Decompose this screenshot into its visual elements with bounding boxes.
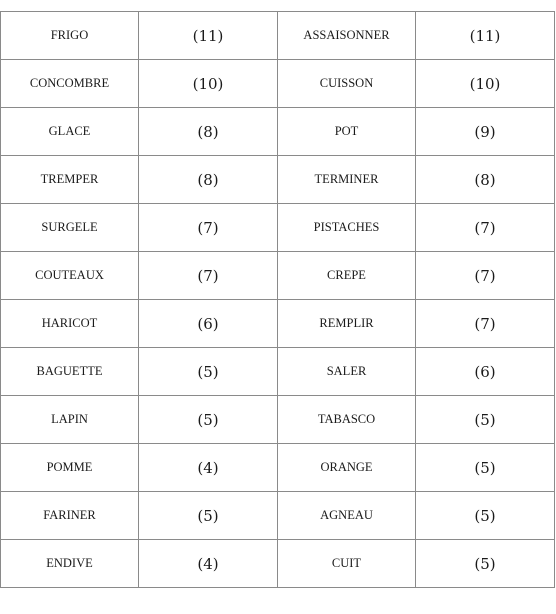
table-row: FARINER (5) AGNEAU (5) — [0, 491, 555, 540]
right-word-cell: ASSAISONNER — [277, 11, 416, 60]
right-count-cell: (11) — [415, 11, 555, 60]
left-count-cell: (10) — [138, 59, 278, 108]
right-count-cell: (5) — [415, 491, 555, 540]
right-word-cell: ORANGE — [277, 443, 416, 492]
right-word-cell: CUIT — [277, 539, 416, 588]
left-word-cell: GLACE — [0, 107, 139, 156]
left-word-cell: ENDIVE — [0, 539, 139, 588]
right-count-cell: (7) — [415, 203, 555, 252]
left-count-cell: (4) — [138, 443, 278, 492]
table-row: COUTEAUX (7) CREPE (7) — [0, 251, 555, 300]
right-word-cell: CUISSON — [277, 59, 416, 108]
left-word-cell: POMME — [0, 443, 139, 492]
left-count-cell: (8) — [138, 155, 278, 204]
table-row: BAGUETTE (5) SALER (6) — [0, 347, 555, 396]
left-count-cell: (8) — [138, 107, 278, 156]
left-count-cell: (7) — [138, 251, 278, 300]
word-frequency-table: FRIGO (11) ASSAISONNER (11) CONCOMBRE (1… — [0, 11, 555, 588]
table-row: SURGELE (7) PISTACHES (7) — [0, 203, 555, 252]
left-word-cell: TREMPER — [0, 155, 139, 204]
left-word-cell: CONCOMBRE — [0, 59, 139, 108]
left-word-cell: FARINER — [0, 491, 139, 540]
table-row: LAPIN (5) TABASCO (5) — [0, 395, 555, 444]
left-count-cell: (4) — [138, 539, 278, 588]
left-word-cell: FRIGO — [0, 11, 139, 60]
right-count-cell: (7) — [415, 251, 555, 300]
right-word-cell: PISTACHES — [277, 203, 416, 252]
table-body: FRIGO (11) ASSAISONNER (11) CONCOMBRE (1… — [0, 11, 555, 588]
right-word-cell: CREPE — [277, 251, 416, 300]
table-row: CONCOMBRE (10) CUISSON (10) — [0, 59, 555, 108]
right-count-cell: (5) — [415, 395, 555, 444]
right-count-cell: (10) — [415, 59, 555, 108]
left-count-cell: (5) — [138, 347, 278, 396]
right-word-cell: POT — [277, 107, 416, 156]
right-count-cell: (7) — [415, 299, 555, 348]
table-row: HARICOT (6) REMPLIR (7) — [0, 299, 555, 348]
left-word-cell: COUTEAUX — [0, 251, 139, 300]
right-word-cell: REMPLIR — [277, 299, 416, 348]
right-word-cell: SALER — [277, 347, 416, 396]
left-word-cell: SURGELE — [0, 203, 139, 252]
right-word-cell: TABASCO — [277, 395, 416, 444]
right-count-cell: (6) — [415, 347, 555, 396]
table-row: FRIGO (11) ASSAISONNER (11) — [0, 11, 555, 60]
left-word-cell: HARICOT — [0, 299, 139, 348]
right-count-cell: (5) — [415, 539, 555, 588]
left-word-cell: LAPIN — [0, 395, 139, 444]
right-count-cell: (9) — [415, 107, 555, 156]
table-row: POMME (4) ORANGE (5) — [0, 443, 555, 492]
table-row: TREMPER (8) TERMINER (8) — [0, 155, 555, 204]
left-count-cell: (6) — [138, 299, 278, 348]
right-count-cell: (5) — [415, 443, 555, 492]
left-count-cell: (7) — [138, 203, 278, 252]
right-count-cell: (8) — [415, 155, 555, 204]
left-count-cell: (11) — [138, 11, 278, 60]
right-word-cell: TERMINER — [277, 155, 416, 204]
left-count-cell: (5) — [138, 491, 278, 540]
table-row: GLACE (8) POT (9) — [0, 107, 555, 156]
table-row: ENDIVE (4) CUIT (5) — [0, 539, 555, 588]
left-count-cell: (5) — [138, 395, 278, 444]
right-word-cell: AGNEAU — [277, 491, 416, 540]
left-word-cell: BAGUETTE — [0, 347, 139, 396]
